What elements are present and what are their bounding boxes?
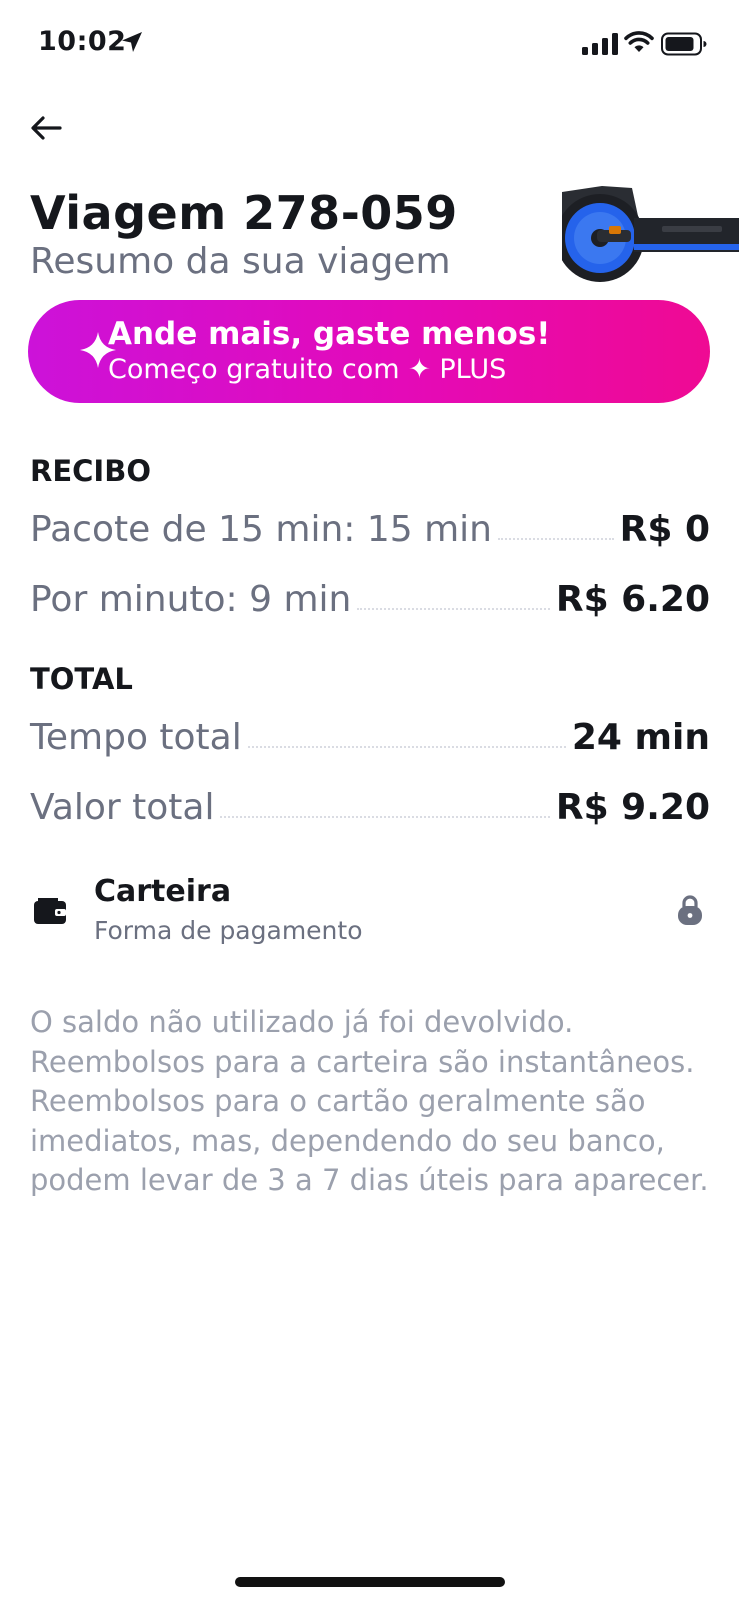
page-title: Viagem 278-059 xyxy=(30,186,458,240)
wifi-icon xyxy=(624,31,654,52)
total-row-value: 24 min xyxy=(571,717,710,758)
receipt-row-label: Por minuto: 9 min xyxy=(30,579,352,620)
back-button[interactable] xyxy=(24,108,68,148)
receipt-row: Por minuto: 9 min R$ 6.20 xyxy=(30,570,710,620)
total-row: Tempo total 24 min xyxy=(30,708,710,758)
wallet-icon xyxy=(34,898,66,924)
scooter-image xyxy=(562,186,739,282)
total-row-value: R$ 9.20 xyxy=(555,787,710,828)
payment-method-title: Carteira xyxy=(94,874,232,909)
refund-info-text: O saldo não utilizado já foi devolvido. … xyxy=(30,1005,709,1197)
total-heading: TOTAL xyxy=(30,662,133,696)
dotted-leader xyxy=(357,608,550,610)
receipt-heading: RECIBO xyxy=(30,454,151,488)
receipt-row-label: Pacote de 15 min: 15 min xyxy=(30,509,492,550)
total-row-label: Valor total xyxy=(30,787,215,828)
payment-method-row[interactable]: Carteira Forma de pagamento xyxy=(30,874,710,950)
dotted-leader xyxy=(220,816,550,818)
lock-icon xyxy=(678,895,702,925)
receipt-row: Pacote de 15 min: 15 min R$ 0 xyxy=(30,500,710,550)
receipt-row-value: R$ 6.20 xyxy=(555,579,710,620)
arrow-left-icon xyxy=(31,116,62,140)
status-bar: 10:02 xyxy=(0,0,739,90)
banner-subtitle: Começo gratuito com ✦ PLUS xyxy=(108,354,507,385)
total-row-label: Tempo total xyxy=(30,717,242,758)
receipt-row-value: R$ 0 xyxy=(619,509,710,550)
status-time: 10:02 xyxy=(38,26,127,57)
banner-title: Ande mais, gaste menos! xyxy=(108,316,551,352)
dotted-leader xyxy=(247,746,566,748)
total-row: Valor total R$ 9.20 xyxy=(30,778,710,828)
page-subtitle: Resumo da sua viagem xyxy=(30,241,451,282)
battery-icon xyxy=(661,32,707,56)
home-indicator xyxy=(235,1577,505,1587)
location-arrow-icon xyxy=(122,32,142,52)
payment-method-subtitle: Forma de pagamento xyxy=(94,916,363,945)
dotted-leader xyxy=(497,538,614,540)
cellular-signal-icon xyxy=(582,33,618,55)
